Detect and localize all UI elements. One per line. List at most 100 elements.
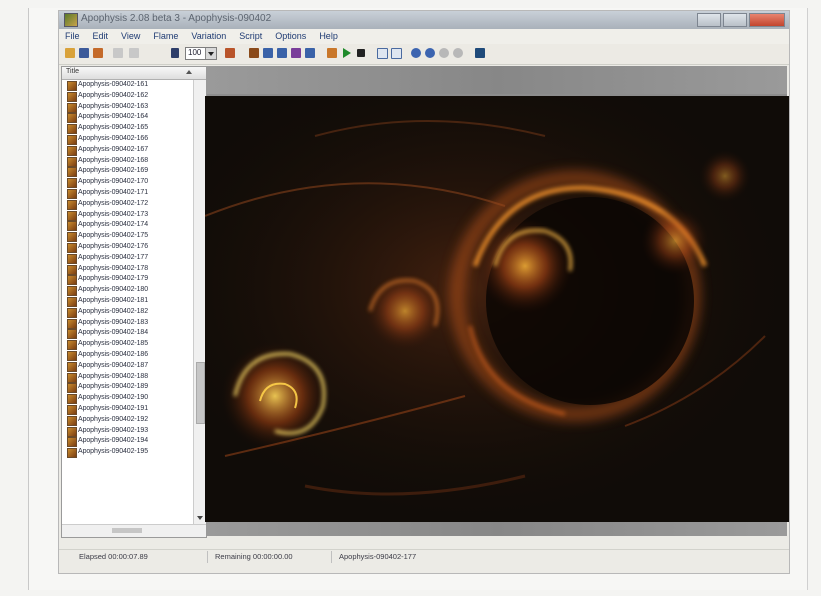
list-item[interactable]: Apophysis-090402-183	[62, 318, 192, 329]
stop-icon[interactable]	[357, 49, 365, 57]
list-item[interactable]: Apophysis-090402-193	[62, 426, 192, 437]
list-item[interactable]: Apophysis-090402-177	[62, 253, 192, 264]
list-item[interactable]: Apophysis-090402-179	[62, 274, 192, 286]
list-item[interactable]: Apophysis-090402-166	[62, 134, 192, 145]
play-icon[interactable]	[343, 48, 351, 58]
list-column-header[interactable]: Title	[62, 67, 206, 80]
flame-name: Apophysis-090402-193	[78, 426, 148, 434]
flame-file-icon	[67, 221, 77, 232]
menu-view[interactable]: View	[121, 29, 140, 44]
list-item[interactable]: Apophysis-090402-190	[62, 393, 192, 405]
fractal-preview-image[interactable]	[205, 96, 789, 522]
list-item[interactable]: Apophysis-090402-182	[62, 307, 192, 318]
save-icon[interactable]	[79, 48, 89, 58]
list-item[interactable]: Apophysis-090402-187	[62, 361, 192, 372]
gradient-icon[interactable]	[277, 48, 287, 58]
close-button[interactable]	[749, 13, 785, 27]
list-item[interactable]: Apophysis-090402-180	[62, 285, 192, 297]
list-item[interactable]: Apophysis-090402-161	[62, 80, 192, 91]
image-size-icon[interactable]	[305, 48, 315, 58]
remaining-time: Remaining 00:00:00.00	[215, 552, 293, 561]
flame-file-icon	[67, 329, 77, 340]
list-item[interactable]: Apophysis-090402-163	[62, 102, 192, 113]
zoom-in-icon[interactable]	[411, 48, 421, 58]
flame-file-icon	[67, 307, 77, 318]
list-item[interactable]: Apophysis-090402-189	[62, 382, 192, 394]
menu-edit[interactable]: Edit	[93, 29, 109, 44]
render-icon[interactable]	[93, 48, 103, 58]
flame-file-icon	[67, 415, 77, 426]
flame-file-icon	[67, 253, 77, 264]
list-item[interactable]: Apophysis-090402-170	[62, 177, 192, 189]
view-preview-icon[interactable]	[391, 48, 402, 59]
list-item[interactable]: Apophysis-090402-171	[62, 188, 192, 199]
list-item[interactable]: Apophysis-090402-164	[62, 112, 192, 124]
list-horizontal-scrollbar[interactable]	[62, 524, 206, 537]
list-item[interactable]: Apophysis-090402-185	[62, 339, 192, 351]
list-item[interactable]: Apophysis-090402-167	[62, 145, 192, 156]
title-bar[interactable]: Apophysis 2.08 beta 3 - Apophysis-090402	[59, 11, 789, 29]
mutate-icon[interactable]	[291, 48, 301, 58]
list-item[interactable]: Apophysis-090402-195	[62, 447, 192, 459]
list-item[interactable]: Apophysis-090402-175	[62, 231, 192, 243]
minimize-button[interactable]	[697, 13, 721, 27]
menu-script[interactable]: Script	[239, 29, 262, 44]
list-item[interactable]: Apophysis-090402-192	[62, 415, 192, 426]
list-item[interactable]: Apophysis-090402-174	[62, 220, 192, 232]
open-icon[interactable]	[65, 48, 75, 58]
flame-file-icon	[67, 264, 77, 275]
flame-list-panel: Title Apophysis-090402-161 Apophysis-0904…	[61, 66, 207, 538]
editor-icon[interactable]	[249, 48, 259, 58]
flame-file-icon	[67, 102, 77, 113]
list-item[interactable]: Apophysis-090402-169	[62, 166, 192, 178]
zoom-select[interactable]: 100	[185, 47, 217, 60]
menu-variation[interactable]: Variation	[191, 29, 226, 44]
fullscreen-icon[interactable]	[475, 48, 485, 58]
flame-file-icon	[67, 372, 77, 383]
menu-flame[interactable]: Flame	[153, 29, 178, 44]
apophysis-icon	[64, 13, 78, 27]
flame-name: Apophysis-090402-189	[78, 383, 148, 391]
scroll-thumb[interactable]	[196, 362, 205, 424]
list-item[interactable]: Apophysis-090402-184	[62, 328, 192, 340]
list-item[interactable]: Apophysis-090402-191	[62, 404, 192, 415]
redo-icon[interactable]	[129, 48, 139, 58]
flame-name: Apophysis-090402-177	[78, 253, 148, 261]
menu-help[interactable]: Help	[319, 29, 338, 44]
scroll-down-icon[interactable]	[197, 516, 203, 520]
flame-icon[interactable]	[225, 48, 235, 58]
list-item[interactable]: Apophysis-090402-173	[62, 210, 192, 221]
list-item[interactable]: Apophysis-090402-168	[62, 156, 192, 167]
list-item[interactable]: Apophysis-090402-186	[62, 350, 192, 361]
list-item[interactable]: Apophysis-090402-188	[62, 372, 192, 383]
flame-name: Apophysis-090402-184	[78, 329, 148, 337]
menu-options[interactable]: Options	[275, 29, 306, 44]
list-item[interactable]: Apophysis-090402-194	[62, 436, 192, 448]
hscroll-thumb[interactable]	[112, 528, 142, 533]
undo-icon[interactable]	[113, 48, 123, 58]
list-item[interactable]: Apophysis-090402-181	[62, 296, 192, 307]
list-item[interactable]: Apophysis-090402-162	[62, 91, 192, 102]
flame-name: Apophysis-090402-188	[78, 372, 148, 380]
script-edit-icon[interactable]	[327, 48, 337, 58]
zoom-out-icon[interactable]	[425, 48, 435, 58]
resize-icon[interactable]	[171, 48, 179, 58]
maximize-button[interactable]	[723, 13, 747, 27]
adjust-icon[interactable]	[263, 48, 273, 58]
flame-file-icon	[67, 383, 77, 394]
flame-name: Apophysis-090402-168	[78, 156, 148, 164]
menu-file[interactable]: File	[65, 29, 80, 44]
rotate-left-icon[interactable]	[439, 48, 449, 58]
view-list-icon[interactable]	[377, 48, 388, 59]
flame-file-icon	[67, 232, 77, 243]
flame-name: Apophysis-090402-185	[78, 340, 148, 348]
flame-file-icon	[67, 188, 77, 199]
flame-name: Apophysis-090402-162	[78, 91, 148, 99]
rotate-right-icon[interactable]	[453, 48, 463, 58]
list-item[interactable]: Apophysis-090402-165	[62, 123, 192, 135]
flame-name: Apophysis-090402-190	[78, 394, 148, 402]
list-item[interactable]: Apophysis-090402-172	[62, 199, 192, 210]
list-item[interactable]: Apophysis-090402-176	[62, 242, 192, 253]
list-item[interactable]: Apophysis-090402-178	[62, 264, 192, 275]
flame-name: Apophysis-090402-174	[78, 221, 148, 229]
